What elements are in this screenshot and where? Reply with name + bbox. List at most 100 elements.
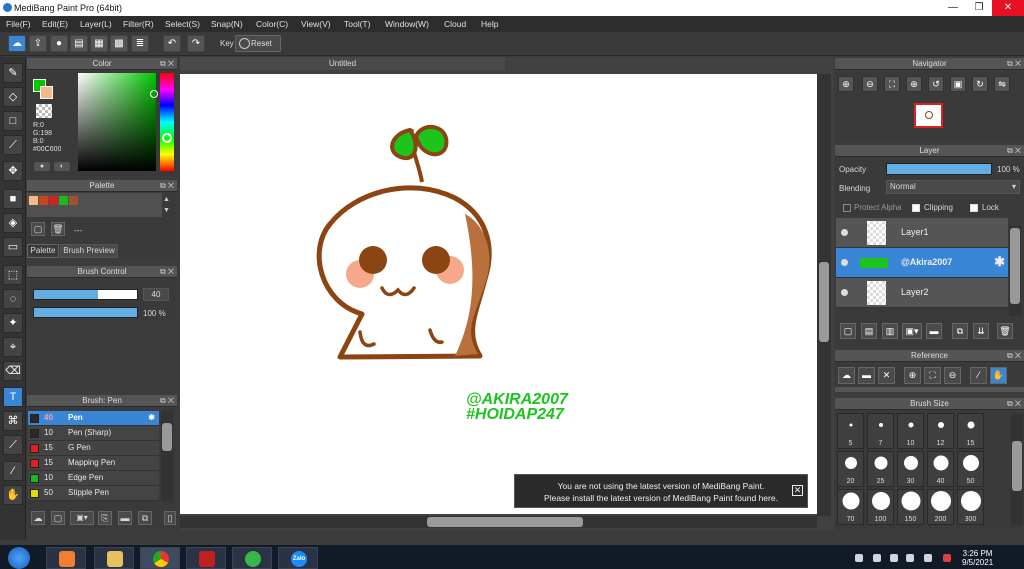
layer-row-layer1[interactable]: Layer1 — [836, 218, 1008, 248]
new-palette-icon[interactable]: ▢ — [31, 222, 45, 236]
brush-size-slider[interactable] — [33, 289, 138, 300]
brush-size-option[interactable]: 50 — [957, 451, 984, 487]
clipping-checkbox[interactable] — [912, 204, 920, 212]
fill-shape-icon[interactable]: ■ — [3, 189, 23, 209]
hand-tool-icon[interactable]: ✋ — [3, 485, 23, 505]
vertical-scroll-thumb[interactable] — [819, 262, 829, 342]
copy-brush-icon[interactable]: ⎘ — [98, 511, 112, 525]
brush-size-option[interactable]: 10 — [897, 413, 924, 449]
add-brush-dropdown-icon[interactable]: ▣▾ — [70, 511, 94, 525]
taskbar-file-explorer[interactable] — [94, 547, 134, 569]
protect-alpha-checkbox[interactable] — [843, 204, 851, 212]
zoom-in-icon[interactable]: ⊕ — [838, 76, 854, 92]
menu-edit[interactable]: Edit(E) — [42, 19, 68, 29]
minimize-button[interactable]: — — [940, 0, 966, 16]
brush-size-scroll-thumb[interactable] — [1012, 441, 1022, 491]
redo-icon[interactable]: ↷ — [187, 35, 205, 52]
menu-window[interactable]: Window(W) — [385, 19, 429, 29]
comment-icon[interactable]: ● — [50, 35, 68, 52]
chevron-up-icon[interactable] — [873, 554, 881, 562]
brush-size-option[interactable]: 30 — [897, 451, 924, 487]
navigator-preview[interactable] — [914, 103, 943, 128]
brush-size-scrollbar[interactable] — [1011, 413, 1023, 525]
network-icon[interactable] — [906, 554, 914, 562]
brush-size-option[interactable]: 300 — [957, 489, 984, 525]
maximize-button[interactable]: ❐ — [966, 0, 992, 16]
volume-icon[interactable] — [924, 554, 932, 562]
menu-help[interactable]: Help — [481, 19, 498, 29]
panel-controls-icon[interactable]: ⧉ ✕ — [160, 266, 174, 278]
color-picker-button[interactable]: ◐ — [54, 162, 70, 171]
panel-controls-icon[interactable]: ⧉ ✕ — [160, 180, 174, 192]
document-icon[interactable]: ▦ — [90, 35, 108, 52]
canvas-horizontal-scrollbar[interactable] — [180, 516, 817, 528]
brush-size-option[interactable]: 20 — [837, 451, 864, 487]
new-layer-icon[interactable]: ▢ — [840, 323, 856, 339]
tray-icon[interactable] — [855, 554, 863, 562]
close-notice-icon[interactable]: ✕ — [792, 485, 803, 496]
share-icon[interactable]: ⇪ — [29, 35, 47, 52]
brush-size-option[interactable]: 15 — [957, 413, 984, 449]
sv-cursor[interactable] — [150, 90, 158, 98]
palette-scroll-down-icon[interactable]: ▼ — [163, 207, 170, 214]
list-icon[interactable]: ≣ — [131, 35, 149, 52]
eraser-tool-icon[interactable]: ◇ — [3, 87, 23, 107]
menu-select[interactable]: Select(S) — [165, 19, 200, 29]
drawing-canvas[interactable]: @AKIRA2007 #HOIDAP247 — [180, 74, 817, 514]
zoom-out-icon[interactable]: ⊖ — [862, 76, 878, 92]
text-tool-icon[interactable]: T — [3, 387, 23, 407]
palette-swatch[interactable] — [59, 196, 68, 205]
palette-swatch[interactable] — [29, 196, 38, 205]
layer-row-layer2[interactable]: Layer2 — [836, 278, 1008, 308]
taskbar-medibang[interactable] — [186, 547, 226, 569]
new-brush-icon[interactable]: ▢ — [51, 511, 65, 525]
canvas-vertical-scrollbar[interactable] — [817, 74, 831, 516]
brush-opacity-slider[interactable] — [33, 307, 138, 318]
brush-size-option[interactable]: 40 — [927, 451, 954, 487]
trash-icon[interactable]: 🗑 — [51, 222, 65, 236]
taskbar-zalo[interactable]: Zalo — [278, 547, 318, 569]
close-button[interactable]: ✕ — [992, 0, 1024, 16]
chat-icon[interactable]: ▤ — [70, 35, 88, 52]
flag-icon[interactable] — [890, 554, 898, 562]
operation-tool-icon[interactable]: ⌘ — [3, 411, 23, 431]
magic-wand-icon[interactable]: ✦ — [3, 313, 23, 333]
brush-item-stipple-pen[interactable]: 50 Stipple Pen — [28, 486, 159, 501]
brush-size-option[interactable]: 70 — [837, 489, 864, 525]
panel-controls-icon[interactable]: ⧉ ✕ — [1007, 350, 1021, 362]
rectangle-tool-icon[interactable]: □ — [3, 111, 23, 131]
gear-icon[interactable]: ✱ — [994, 254, 1005, 270]
menu-color[interactable]: Color(C) — [256, 19, 288, 29]
duplicate-layer-icon[interactable]: ⧉ — [952, 323, 968, 339]
brush-list-scroll-thumb[interactable] — [162, 423, 172, 451]
horizontal-scroll-thumb[interactable] — [427, 517, 583, 527]
brush-size-option[interactable]: 150 — [897, 489, 924, 525]
new-halftone-layer-icon[interactable]: ▤ — [861, 323, 877, 339]
menu-layer[interactable]: Layer(L) — [80, 19, 112, 29]
delete-brush-icon[interactable]: ▯ — [164, 511, 176, 525]
grid-icon[interactable]: ▩ — [110, 35, 128, 52]
visibility-eye-icon[interactable] — [841, 229, 848, 236]
brush-size-option[interactable]: 7 — [867, 413, 894, 449]
hue-slider[interactable] — [160, 73, 174, 171]
eyedropper-icon[interactable]: ⁄ — [3, 461, 23, 481]
brush-tool-icon[interactable]: ✎ — [3, 63, 23, 83]
merge-layer-icon[interactable]: ⇊ — [973, 323, 989, 339]
reset-button[interactable]: Reset — [235, 35, 281, 52]
new-8bit-layer-icon[interactable]: ▥ — [882, 323, 898, 339]
panel-controls-icon[interactable]: ⧉ ✕ — [1007, 58, 1021, 70]
panel-controls-icon[interactable]: ⧉ ✕ — [1007, 398, 1021, 410]
eyedropper-icon[interactable]: ⁄ — [970, 367, 987, 384]
lock-checkbox[interactable] — [970, 204, 978, 212]
rotate-right-icon[interactable]: ↻ — [972, 76, 988, 92]
select-rect-icon[interactable]: ⬚ — [3, 265, 23, 285]
panel-controls-icon[interactable]: ⧉ ✕ — [1007, 145, 1021, 157]
canvas-tab[interactable]: Untitled — [180, 57, 505, 70]
lasso-icon[interactable]: ◌ — [3, 289, 23, 309]
fit-screen-icon[interactable]: ⛶ — [884, 76, 900, 92]
close-reference-icon[interactable]: ✕ — [878, 367, 895, 384]
clock[interactable]: 3:26 PM 9/5/2021 — [962, 549, 993, 567]
gear-icon[interactable]: ✱ — [148, 411, 155, 425]
rotate-reset-icon[interactable]: ▣ — [950, 76, 966, 92]
color-mode-button[interactable]: ● — [34, 162, 50, 171]
